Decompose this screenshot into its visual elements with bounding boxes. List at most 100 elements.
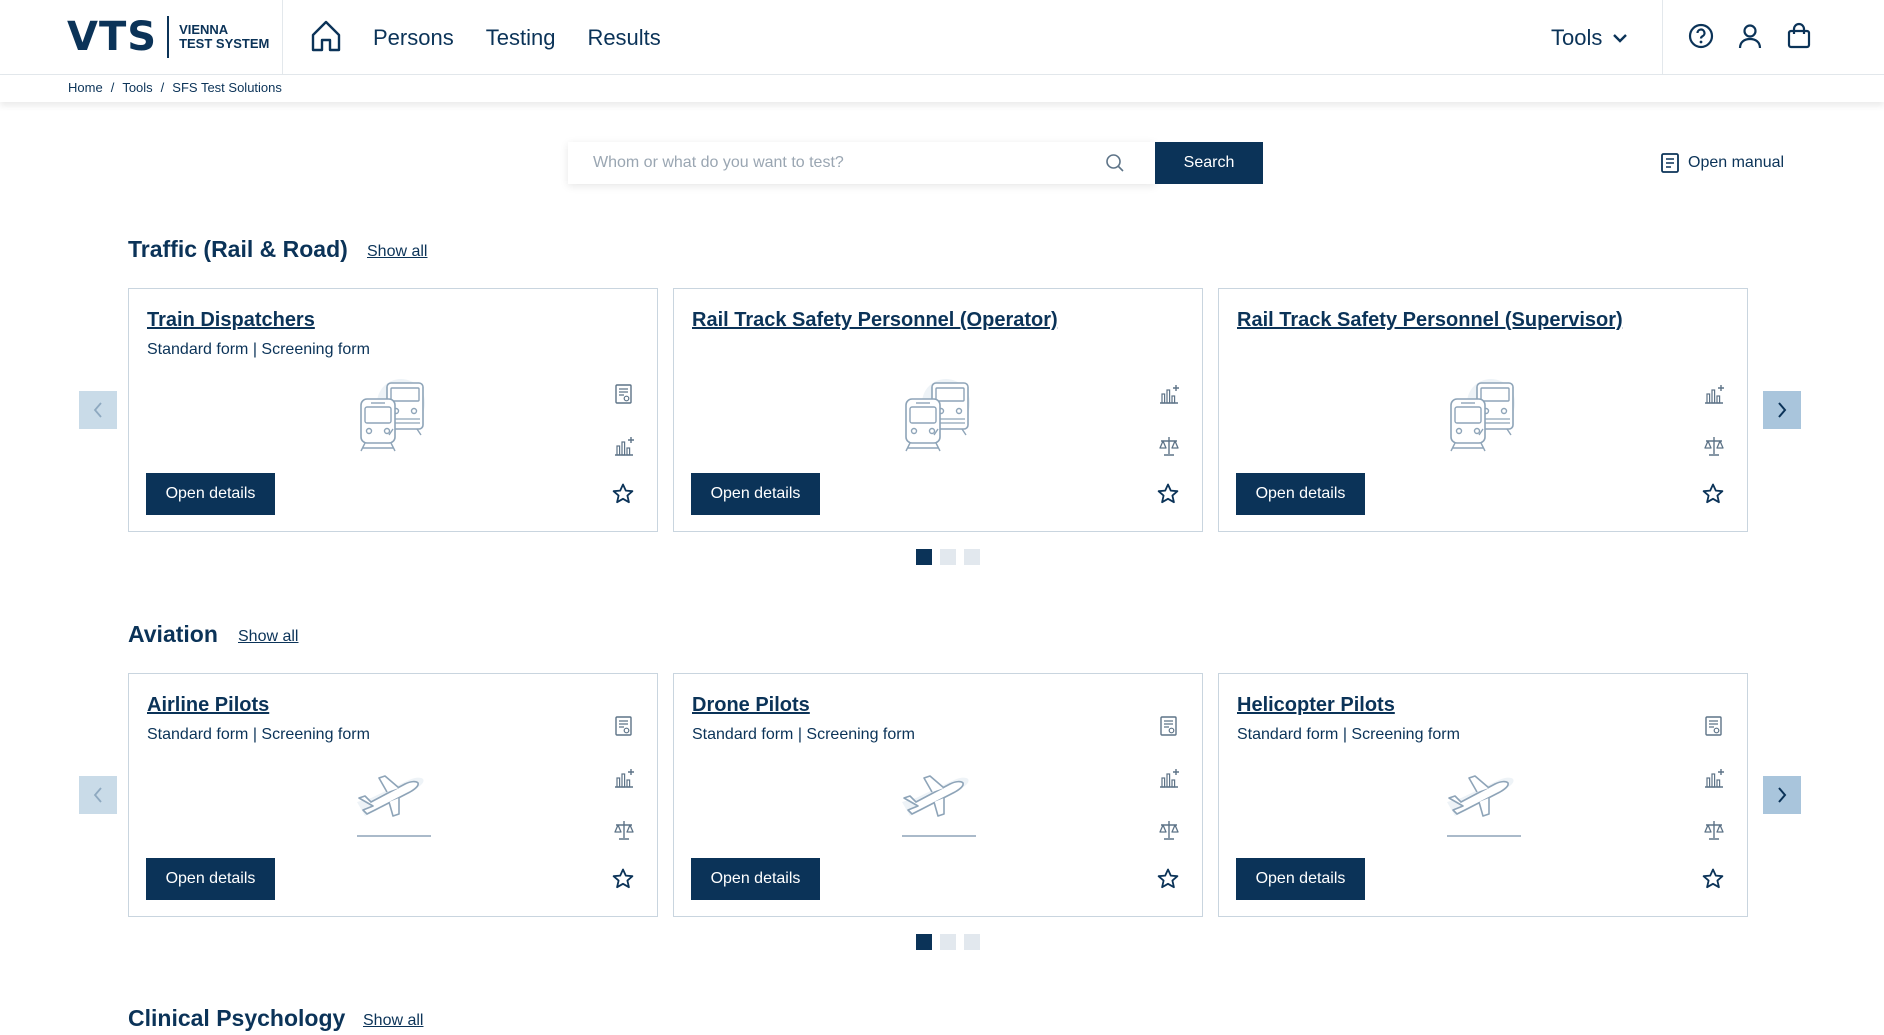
carousel-pagination-traffic — [916, 549, 980, 565]
pagination-dot[interactable] — [940, 549, 956, 565]
pagination-dot-active[interactable] — [916, 549, 932, 565]
scale-icon — [1157, 818, 1181, 842]
card-title[interactable]: Helicopter Pilots — [1237, 694, 1395, 717]
scale-icon — [612, 818, 636, 842]
breadcrumb-separator: / — [110, 80, 115, 95]
nav-testing[interactable]: Testing — [486, 25, 556, 51]
pagination-dot[interactable] — [964, 934, 980, 950]
pagination-dot-active[interactable] — [916, 934, 932, 950]
manual-icon — [1661, 153, 1679, 173]
breadcrumb-home[interactable]: Home — [68, 80, 103, 95]
pagination-dot[interactable] — [940, 934, 956, 950]
logo-brand: VTS — [67, 14, 158, 60]
breadcrumb-bar: Home / Tools / SFS Test Solutions — [0, 75, 1884, 102]
card-title[interactable]: Drone Pilots — [692, 694, 810, 717]
airplane-icon — [1439, 754, 1529, 844]
header-divider-right — [1662, 0, 1663, 75]
card-subtitle: Standard form | Screening form — [147, 726, 370, 743]
card-drone-pilots: Drone Pilots Standard form | Screening f… — [673, 673, 1203, 917]
open-manual-label: Open manual — [1688, 154, 1785, 171]
main-nav: Persons Testing Results — [373, 0, 661, 75]
card-airline-pilots: Airline Pilots Standard form | Screening… — [128, 673, 658, 917]
airplane-icon — [349, 754, 439, 844]
document-icon — [1702, 714, 1726, 738]
airplane-icon — [894, 754, 984, 844]
train-icon — [894, 369, 984, 459]
logo-sub-line1: VIENNA — [179, 22, 229, 37]
chart-icon — [612, 766, 636, 790]
chart-icon — [1702, 766, 1726, 790]
pagination-dot[interactable] — [964, 549, 980, 565]
card-title[interactable]: Train Dispatchers — [147, 309, 315, 332]
train-icon — [349, 369, 439, 459]
card-subtitle: Standard form | Screening form — [692, 726, 915, 743]
tools-menu[interactable]: Tools — [1551, 0, 1628, 75]
show-all-traffic[interactable]: Show all — [367, 243, 427, 261]
document-icon — [612, 714, 636, 738]
carousel-prev-aviation[interactable] — [79, 776, 117, 814]
star-icon[interactable] — [1701, 867, 1725, 891]
star-icon[interactable] — [611, 482, 635, 506]
home-icon[interactable] — [310, 19, 342, 53]
search-input[interactable] — [568, 142, 1108, 184]
chevron-left-icon — [93, 402, 102, 418]
chart-icon — [1157, 382, 1181, 406]
nav-results[interactable]: Results — [587, 25, 660, 51]
train-icon — [1439, 369, 1529, 459]
section-title-traffic: Traffic (Rail & Road) — [128, 236, 348, 262]
breadcrumb-current[interactable]: SFS Test Solutions — [172, 80, 282, 95]
logo-sub-line2: TEST SYSTEM — [179, 36, 270, 51]
chevron-right-icon — [1778, 787, 1787, 803]
carousel-pagination-aviation — [916, 934, 980, 950]
search-button[interactable]: Search — [1155, 142, 1263, 184]
scale-icon — [1702, 434, 1726, 458]
open-details-button[interactable]: Open details — [691, 858, 820, 900]
chart-icon — [612, 434, 636, 458]
carousel-prev-traffic[interactable] — [79, 391, 117, 429]
header: VTS VIENNA TEST SYSTEM Persons Testing R… — [0, 0, 1884, 75]
carousel-next-traffic[interactable] — [1763, 391, 1801, 429]
scale-icon — [1702, 818, 1726, 842]
star-icon[interactable] — [611, 867, 635, 891]
open-details-button[interactable]: Open details — [146, 473, 275, 515]
card-rail-track-operator: Rail Track Safety Personnel (Operator) O… — [673, 288, 1203, 532]
tools-label: Tools — [1551, 24, 1603, 50]
show-all-aviation[interactable]: Show all — [238, 628, 298, 646]
star-icon[interactable] — [1156, 867, 1180, 891]
chart-icon — [1702, 382, 1726, 406]
star-icon[interactable] — [1701, 482, 1725, 506]
carousel-next-aviation[interactable] — [1763, 776, 1801, 814]
card-title[interactable]: Airline Pilots — [147, 694, 269, 717]
star-icon[interactable] — [1156, 482, 1180, 506]
open-details-button[interactable]: Open details — [146, 858, 275, 900]
breadcrumb: Home / Tools / SFS Test Solutions — [68, 80, 282, 95]
chart-icon — [1157, 766, 1181, 790]
document-icon — [612, 382, 636, 406]
logo-separator — [167, 16, 170, 58]
chevron-left-icon — [93, 787, 102, 803]
cart-icon[interactable] — [1785, 22, 1813, 50]
search-icon[interactable] — [1104, 152, 1126, 174]
open-manual-link[interactable]: Open manual — [1660, 151, 1784, 175]
user-icon[interactable] — [1736, 22, 1764, 50]
open-details-button[interactable]: Open details — [1236, 858, 1365, 900]
open-details-button[interactable]: Open details — [1236, 473, 1365, 515]
show-all-clinical[interactable]: Show all — [363, 1012, 423, 1030]
card-helicopter-pilots: Helicopter Pilots Standard form | Screen… — [1218, 673, 1748, 917]
breadcrumb-separator: / — [160, 80, 165, 95]
card-title[interactable]: Rail Track Safety Personnel (Supervisor) — [1237, 309, 1623, 332]
nav-persons[interactable]: Persons — [373, 25, 454, 51]
card-subtitle: Standard form | Screening form — [147, 341, 370, 358]
card-subtitle: Standard form | Screening form — [1237, 726, 1460, 743]
logo-subtitle: VIENNA TEST SYSTEM — [179, 23, 269, 51]
open-details-button[interactable]: Open details — [691, 473, 820, 515]
chevron-right-icon — [1778, 402, 1787, 418]
section-title-aviation: Aviation — [128, 621, 218, 647]
vts-logo[interactable]: VTS VIENNA TEST SYSTEM — [67, 12, 269, 62]
breadcrumb-tools[interactable]: Tools — [122, 80, 152, 95]
help-icon[interactable] — [1687, 22, 1715, 50]
card-train-dispatchers: Train Dispatchers Standard form | Screen… — [128, 288, 658, 532]
search-box — [568, 142, 1155, 184]
card-title[interactable]: Rail Track Safety Personnel (Operator) — [692, 309, 1058, 332]
section-title-clinical: Clinical Psychology — [128, 1005, 346, 1031]
